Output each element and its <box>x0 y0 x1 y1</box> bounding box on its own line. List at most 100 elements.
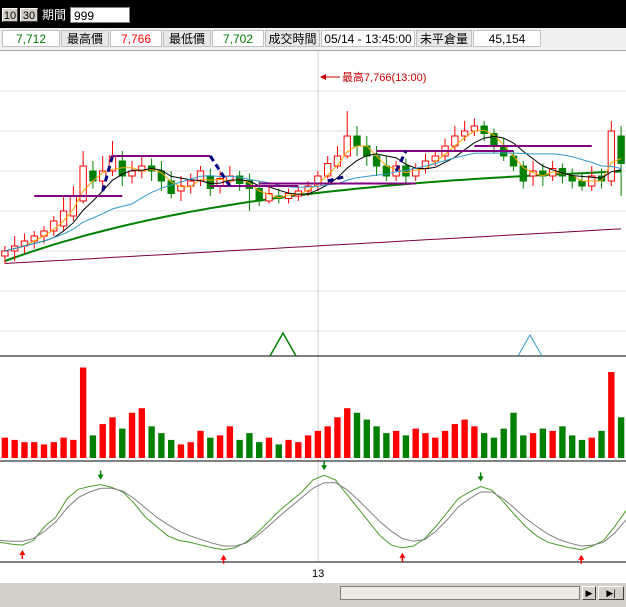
volume-bar <box>119 428 126 458</box>
volume-bar <box>549 430 556 458</box>
volume-bar <box>471 426 478 458</box>
volume-bar <box>529 433 537 458</box>
volume-bar <box>138 408 146 458</box>
volume-bar <box>11 439 18 458</box>
volume-bar <box>510 412 517 458</box>
volume-bars <box>1 367 625 458</box>
volume-bar <box>265 437 273 458</box>
high-annotation: 最高7,766(13:00) <box>342 70 426 84</box>
volume-bar <box>158 433 165 458</box>
volume-bar <box>461 419 468 458</box>
long-ma-purple-line <box>4 228 622 264</box>
last-price-value: 7,712 <box>2 30 60 47</box>
oscillator-fast-line <box>0 474 626 551</box>
period-input[interactable]: 999 <box>70 7 130 23</box>
candle-body <box>343 135 351 157</box>
high-value: 7,766 <box>110 30 162 47</box>
scroll-end-icon[interactable]: ▶| <box>598 586 624 600</box>
oscillator-slow-line <box>0 482 626 547</box>
volume-bar <box>353 412 361 458</box>
volume-bar <box>520 435 527 458</box>
volume-bar <box>490 437 498 458</box>
volume-bar <box>128 412 136 458</box>
volume-bar <box>539 428 547 458</box>
volume-bar <box>236 439 243 458</box>
x-tick-label: 13 <box>312 568 324 580</box>
volume-bar <box>275 444 282 458</box>
time-value: 05/14 - 13:45:00 <box>321 30 415 47</box>
volume-bar <box>344 408 351 458</box>
candle-body <box>372 155 381 167</box>
volume-bar <box>256 442 263 458</box>
volume-bar <box>441 430 449 458</box>
volume-bar <box>177 444 185 458</box>
volume-bar <box>246 433 253 458</box>
volume-bar <box>324 426 331 458</box>
volume-bar <box>451 424 459 458</box>
volume-bar <box>432 437 439 458</box>
low-value: 7,702 <box>212 30 264 47</box>
volume-bar <box>334 417 341 458</box>
volume-bar <box>50 442 57 458</box>
volume-bar <box>500 428 507 458</box>
volume-bar <box>392 430 400 458</box>
volume-bar <box>79 367 87 458</box>
volume-bar <box>617 417 625 458</box>
candle-body <box>353 135 361 147</box>
volume-bar <box>295 442 302 458</box>
volume-bar <box>60 437 67 458</box>
price-chart[interactable]: 最高7,766(13:00) 13 <box>0 51 626 583</box>
candle-body <box>470 125 479 132</box>
volume-bar <box>422 433 429 458</box>
time-label: 成交時間 <box>265 30 320 47</box>
volume-bar <box>285 439 292 458</box>
period-label: 期間 <box>42 8 67 22</box>
high-label: 最高價 <box>61 30 109 47</box>
interval-30-button[interactable]: 30 <box>20 8 38 22</box>
horizontal-scrollbar[interactable]: ▶ ▶| <box>0 583 626 607</box>
ma-blue-line <box>4 152 622 252</box>
volume-bar <box>480 433 488 458</box>
volume-bar <box>226 426 234 458</box>
candle-body <box>40 230 48 237</box>
volume-bar <box>99 424 106 458</box>
volume-bar <box>70 439 77 458</box>
candle-body <box>363 145 371 157</box>
candle-body <box>460 130 469 137</box>
scroll-right-arrow-icon[interactable]: ▶ <box>582 586 596 600</box>
volume-bar <box>197 430 204 458</box>
oscillator-lines <box>0 474 626 551</box>
volume-bar <box>167 439 175 458</box>
quote-info-bar: 7,712 最高價 7,766 最低價 7,702 成交時間 05/14 - 1… <box>0 28 626 51</box>
candle-body <box>578 180 586 187</box>
volume-bar <box>588 437 595 458</box>
volume-bar <box>373 426 380 458</box>
volume-bar <box>559 426 566 458</box>
peak-marker-blue <box>517 333 543 357</box>
interval-10-button[interactable]: 10 <box>2 8 18 22</box>
volume-bar <box>187 442 194 458</box>
peak-marker-green <box>269 331 297 357</box>
volume-bar <box>216 435 224 458</box>
volume-bar <box>578 439 586 458</box>
low-label: 最低價 <box>163 30 211 47</box>
volume-bar <box>21 442 28 458</box>
volume-bar <box>40 444 48 458</box>
volume-bar <box>89 435 97 458</box>
volume-bar <box>569 435 576 458</box>
top-toolbar: 10 30 期間 999 <box>0 0 626 28</box>
volume-bar <box>31 442 38 458</box>
open-interest-label: 未平倉量 <box>416 30 472 47</box>
scrollbar-track[interactable] <box>340 586 580 600</box>
range-dash-connector <box>327 174 348 183</box>
candle-body <box>1 250 9 257</box>
high-marker-arrow-head <box>320 74 326 80</box>
volume-bar <box>598 430 605 458</box>
volume-bar <box>109 417 116 458</box>
long-ma-lines <box>4 170 622 264</box>
volume-bar <box>1 437 9 458</box>
candle-body <box>323 163 332 177</box>
volume-bar <box>304 435 312 458</box>
volume-bar <box>363 419 370 458</box>
volume-bar <box>207 437 214 458</box>
